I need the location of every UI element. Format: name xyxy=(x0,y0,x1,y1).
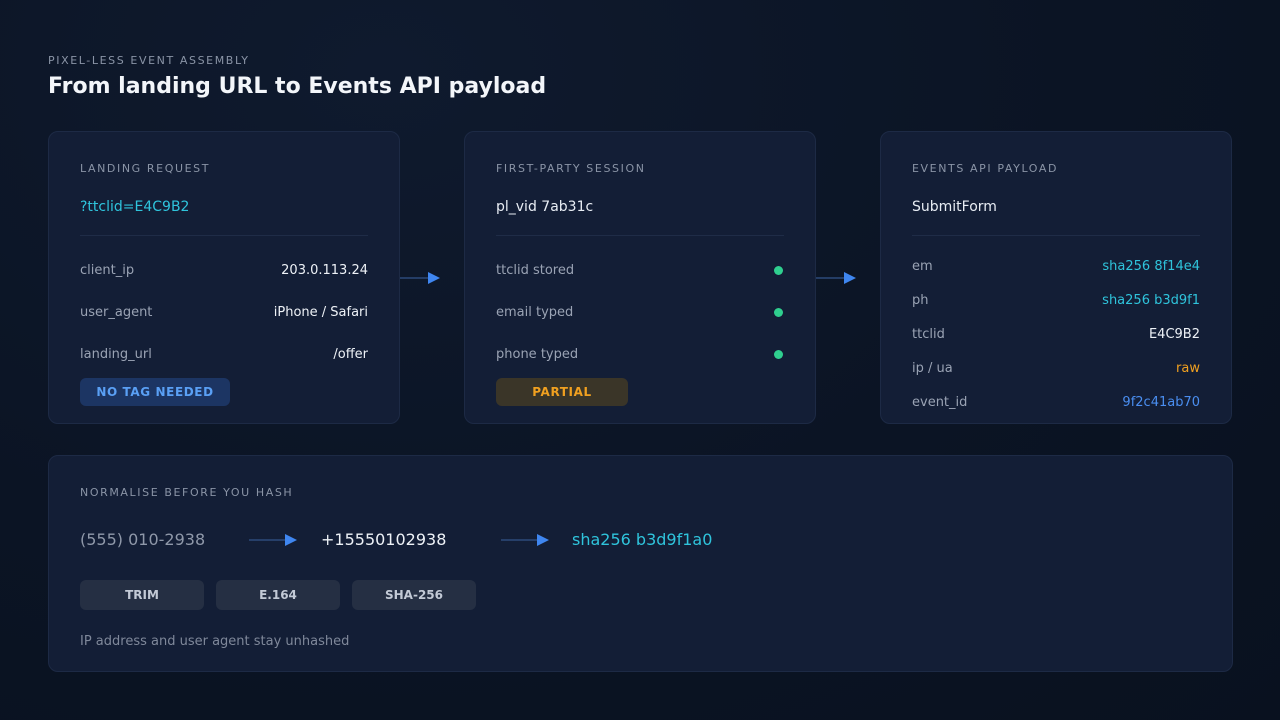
footnote: IP address and user agent stay unhashed xyxy=(80,634,350,649)
row-value: 9f2c41ab70 xyxy=(1122,394,1200,410)
row-client-ip: client_ip 203.0.113.24 xyxy=(80,261,368,279)
e164-phone: +15550102938 xyxy=(321,530,447,549)
green-dot-icon xyxy=(774,349,783,359)
row-key: ttclid xyxy=(912,326,945,342)
hashed-phone: sha256 b3d9f1a0 xyxy=(572,530,713,549)
arrow-right-icon xyxy=(400,272,440,284)
no-tag-needed-badge: NO TAG NEEDED xyxy=(80,378,230,406)
divider xyxy=(496,235,784,236)
row-em: em sha256 8f14e4 xyxy=(912,257,1200,275)
first-party-session-card: FIRST-PARTY SESSION pl_vid 7ab31c ttclid… xyxy=(464,131,816,424)
row-key: ttclid stored xyxy=(496,262,575,278)
eyebrow-label: PIXEL-LESS EVENT ASSEMBLY xyxy=(48,54,250,67)
event-name: SubmitForm xyxy=(912,199,997,215)
divider xyxy=(80,235,368,236)
arrow-right-icon xyxy=(501,534,549,546)
row-landing-url: landing_url /offer xyxy=(80,345,368,363)
row-key: email typed xyxy=(496,304,574,320)
green-dot-icon xyxy=(774,307,783,317)
partial-badge: PARTIAL xyxy=(496,378,628,406)
row-value: iPhone / Safari xyxy=(273,304,368,320)
row-user-agent: user_agent iPhone / Safari xyxy=(80,303,368,321)
raw-phone: (555) 010-2938 xyxy=(80,530,206,549)
row-key: phone typed xyxy=(496,346,579,362)
green-dot-icon xyxy=(774,265,783,275)
trim-pill: TRIM xyxy=(80,580,204,610)
landing-request-card: LANDING REQUEST ?ttclid=E4C9B2 client_ip… xyxy=(48,131,400,424)
row-value: raw xyxy=(1176,360,1200,376)
row-email-typed: email typed xyxy=(496,303,784,321)
row-key: landing_url xyxy=(80,346,152,362)
row-phone-typed: phone typed xyxy=(496,345,784,363)
row-value: /offer xyxy=(333,346,368,362)
sha256-pill: SHA-256 xyxy=(352,580,476,610)
arrow-right-icon xyxy=(816,272,856,284)
row-value: E4C9B2 xyxy=(1148,326,1200,342)
card-label: FIRST-PARTY SESSION xyxy=(496,162,646,175)
page-title: From landing URL to Events API payload xyxy=(48,74,547,99)
row-ph: ph sha256 b3d9f1 xyxy=(912,291,1200,309)
session-visitor-id: pl_vid 7ab31c xyxy=(496,199,594,215)
row-key: ip / ua xyxy=(912,360,953,376)
row-value: sha256 b3d9f1 xyxy=(1102,292,1200,308)
row-ip-ua: ip / ua raw xyxy=(912,359,1200,377)
row-key: client_ip xyxy=(80,262,135,278)
row-key: em xyxy=(912,258,933,274)
card-label: EVENTS API PAYLOAD xyxy=(912,162,1059,175)
row-key: ph xyxy=(912,292,929,308)
row-value: sha256 8f14e4 xyxy=(1102,258,1200,274)
divider xyxy=(912,235,1200,236)
card-label: LANDING REQUEST xyxy=(80,162,211,175)
arrow-right-icon xyxy=(249,534,297,546)
normalise-panel: NORMALISE BEFORE YOU HASH (555) 010-2938… xyxy=(48,455,1233,672)
row-key: user_agent xyxy=(80,304,153,320)
events-api-payload-card: EVENTS API PAYLOAD SubmitForm em sha256 … xyxy=(880,131,1232,424)
e164-pill: E.164 xyxy=(216,580,340,610)
row-key: event_id xyxy=(912,394,968,410)
landing-query-string: ?ttclid=E4C9B2 xyxy=(80,199,190,215)
row-event-id: event_id 9f2c41ab70 xyxy=(912,393,1200,411)
row-ttclid-stored: ttclid stored xyxy=(496,261,784,279)
row-ttclid: ttclid E4C9B2 xyxy=(912,325,1200,343)
panel-label: NORMALISE BEFORE YOU HASH xyxy=(80,486,294,499)
row-value: 203.0.113.24 xyxy=(281,262,368,278)
